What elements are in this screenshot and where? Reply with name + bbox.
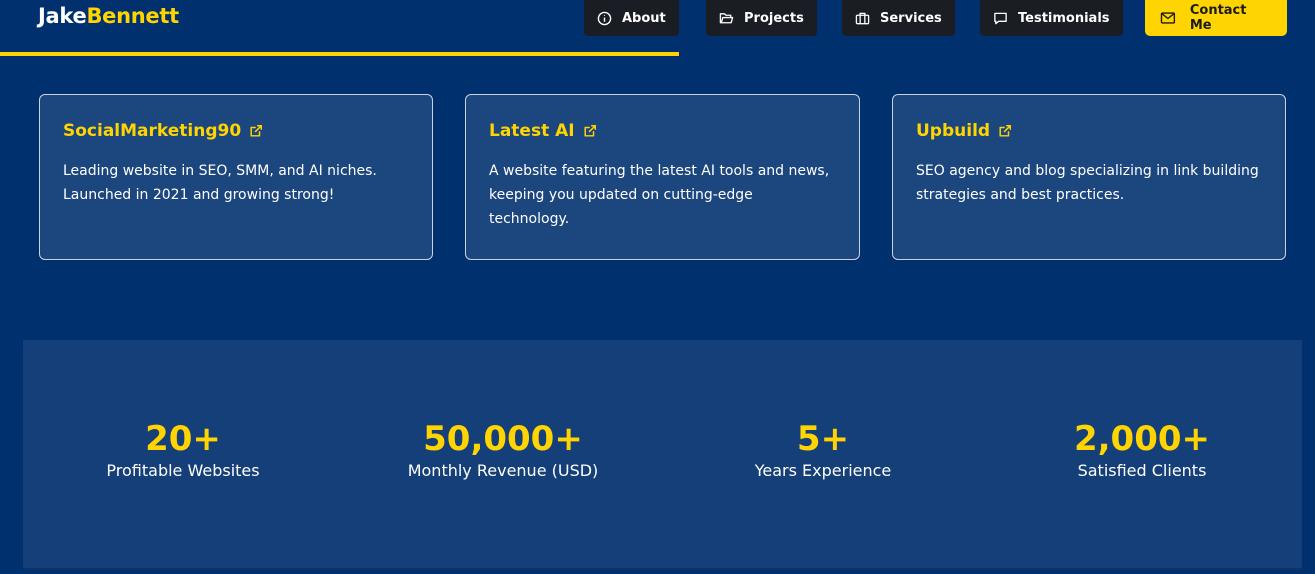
nav-projects-button[interactable]: Projects: [706, 0, 817, 36]
stat-value: 20+: [145, 419, 221, 459]
scroll-progress-bar: [0, 52, 1315, 56]
nav-services-button[interactable]: Services: [842, 0, 955, 36]
logo-first: Jake: [38, 4, 87, 28]
page: JakeBennett About Projects Services Test…: [0, 0, 1315, 574]
nav-about-label: About: [622, 10, 666, 26]
nav-testimonials-label: Testimonials: [1018, 10, 1110, 26]
stat-label: Satisfied Clients: [1077, 461, 1207, 480]
external-link-icon: [999, 125, 1012, 137]
nav-projects-label: Projects: [744, 10, 804, 26]
external-link-icon: [250, 125, 263, 137]
stat-profitable-websites: 20+ Profitable Websites: [23, 418, 343, 482]
nav-testimonials-button[interactable]: Testimonials: [980, 0, 1123, 36]
stat-label: Years Experience: [754, 461, 892, 480]
stat-years-experience: 5+ Years Experience: [663, 418, 983, 482]
stats-section: 20+ Profitable Websites 50,000+ Monthly …: [23, 340, 1302, 570]
folder-icon: [719, 12, 734, 23]
contact-me-button[interactable]: Contact Me: [1145, 0, 1287, 36]
stat-label: Monthly Revenue (USD): [407, 461, 599, 480]
logo[interactable]: JakeBennett: [38, 4, 179, 28]
project-title[interactable]: SocialMarketing90: [63, 121, 409, 141]
project-description: SEO agency and blog specializing in link…: [916, 163, 1259, 203]
contact-me-label: Contact Me: [1189, 3, 1247, 33]
site-header: JakeBennett About Projects Services Test…: [0, 0, 1315, 56]
stat-value: 50,000+: [423, 419, 583, 459]
briefcase-icon: [855, 12, 870, 24]
stat-monthly-revenue: 50,000+ Monthly Revenue (USD): [343, 418, 663, 482]
stat-value: 5+: [796, 419, 850, 459]
project-description: Leading website in SEO, SMM, and AI nich…: [63, 163, 377, 203]
stat-value: 2,000+: [1073, 419, 1211, 459]
stat-satisfied-clients: 2,000+ Satisfied Clients: [982, 418, 1302, 482]
mail-icon: [1160, 12, 1176, 24]
project-title[interactable]: Upbuild: [916, 121, 1262, 141]
project-title-text: Upbuild: [916, 121, 991, 141]
project-card-socialmarketing90[interactable]: SocialMarketing90 Leading website in SEO…: [39, 94, 433, 260]
stat-label: Profitable Websites: [106, 461, 260, 480]
external-link-icon: [584, 125, 596, 137]
logo-second: Bennett: [86, 4, 179, 28]
info-icon: [597, 11, 612, 25]
nav-services-label: Services: [880, 10, 942, 26]
scroll-progress-fill: [0, 52, 679, 56]
project-title-text: SocialMarketing90: [63, 121, 242, 141]
chat-icon: [994, 12, 1007, 24]
project-description: A website featuring the latest AI tools …: [489, 163, 830, 227]
project-title[interactable]: Latest AI: [489, 121, 836, 141]
project-card-latest-ai[interactable]: Latest AI A website featuring the latest…: [465, 94, 860, 260]
project-card-upbuild[interactable]: Upbuild SEO agency and blog specializing…: [892, 94, 1286, 260]
nav-about-button[interactable]: About: [584, 0, 679, 36]
project-title-text: Latest AI: [489, 121, 575, 141]
